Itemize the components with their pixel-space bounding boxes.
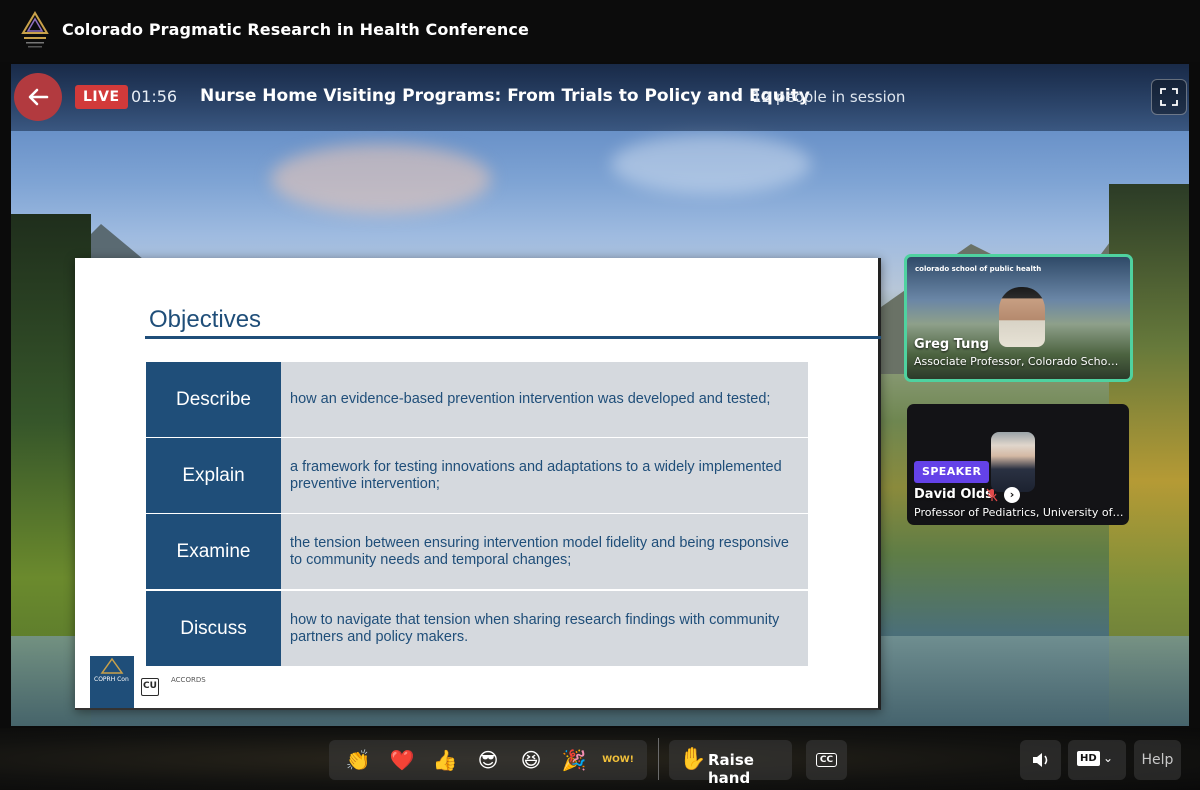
session-title: Nurse Home Visiting Programs: From Trial… <box>200 86 810 106</box>
hd-icon: HD <box>1077 751 1100 766</box>
participant-role: Associate Professor, Colorado School of … <box>914 355 1124 368</box>
attendee-count: 12 people in session <box>752 88 906 106</box>
chevron-right-icon[interactable]: › <box>1004 487 1020 503</box>
coprh-logo-text: COPRH Con <box>94 676 129 683</box>
objective-text: a framework for testing innovations and … <box>281 438 808 513</box>
session-stage: LIVE 01:56 Nurse Home Visiting Programs:… <box>11 64 1189 726</box>
help-button[interactable]: Help <box>1134 740 1181 780</box>
accords-logo-text: ACCORDS <box>171 676 206 684</box>
live-badge: LIVE <box>75 85 128 109</box>
video-tile-david-olds[interactable]: SPEAKER David Olds › Professor of Pediat… <box>907 404 1129 525</box>
mic-muted-icon <box>986 488 998 502</box>
objective-verb: Discuss <box>146 591 281 666</box>
tile-backdrop-text: colorado school of public health <box>915 265 1042 273</box>
toolbar-divider <box>658 738 659 780</box>
objective-text: how to navigate that tension when sharin… <box>281 591 808 666</box>
bottom-toolbar: 👏 ❤️ 👍 😎 😆 🎉 WOW! ✋ Raise hand CC HD ⌄ H… <box>0 728 1200 790</box>
session-timer: 01:56 <box>131 87 178 106</box>
slide-heading: Objectives <box>149 306 262 333</box>
volume-button[interactable] <box>1020 740 1061 780</box>
arrow-left-icon <box>28 88 49 106</box>
clapping-hands-icon[interactable]: 👏 <box>344 746 372 774</box>
fullscreen-button[interactable] <box>1151 79 1187 115</box>
participant-video <box>999 287 1045 347</box>
session-header: LIVE 01:56 Nurse Home Visiting Programs:… <box>11 64 1189 131</box>
partner-logos: CU ACCORDS <box>141 674 251 704</box>
conference-title: Colorado Pragmatic Research in Health Co… <box>62 20 529 39</box>
objective-row: Describe how an evidence-based preventio… <box>146 362 808 437</box>
speaker-badge: SPEAKER <box>914 461 990 483</box>
objective-text: how an evidence-based prevention interve… <box>281 362 808 437</box>
coprh-logo: COPRH Con <box>90 656 134 708</box>
video-tile-greg-tung[interactable]: colorado school of public health Greg Tu… <box>904 254 1133 382</box>
raise-hand-button[interactable]: ✋ Raise hand <box>669 740 792 787</box>
slide-divider <box>145 336 881 339</box>
participant-name: Greg Tung <box>914 337 989 352</box>
objective-row: Examine the tension between ensuring int… <box>146 514 808 589</box>
sunglasses-face-icon[interactable]: 😎 <box>474 746 502 774</box>
raised-hand-icon: ✋ <box>679 747 707 772</box>
participant-name: David Olds <box>914 487 993 502</box>
app-header: Colorado Pragmatic Research in Health Co… <box>0 0 1200 62</box>
heart-icon[interactable]: ❤️ <box>388 746 416 774</box>
reactions-bar: 👏 ❤️ 👍 😎 😆 🎉 WOW! <box>329 740 647 780</box>
cu-logo: CU <box>141 678 159 696</box>
conference-logo <box>21 11 49 48</box>
laughing-face-icon[interactable]: 😆 <box>517 746 545 774</box>
raise-hand-label: Raise hand <box>708 751 754 787</box>
objective-verb: Examine <box>146 514 281 589</box>
thumbs-up-icon[interactable]: 👍 <box>431 746 459 774</box>
captions-button[interactable]: CC <box>806 740 847 780</box>
objective-row: Discuss how to navigate that tension whe… <box>146 591 808 666</box>
back-button[interactable] <box>14 73 62 121</box>
fullscreen-icon <box>1160 88 1178 106</box>
chevron-down-icon: ⌄ <box>1103 751 1114 765</box>
participant-video <box>991 432 1035 492</box>
objective-verb: Describe <box>146 362 281 437</box>
quality-selector[interactable]: HD ⌄ <box>1068 740 1126 780</box>
objective-row: Explain a framework for testing innovati… <box>146 438 808 513</box>
objective-verb: Explain <box>146 438 281 513</box>
speaker-volume-icon <box>1032 753 1047 767</box>
captions-icon: CC <box>815 753 838 767</box>
presentation-slide: Objectives Describe how an evidence-base… <box>75 258 881 710</box>
party-popper-icon[interactable]: 🎉 <box>560 746 588 774</box>
wow-icon[interactable]: WOW! <box>601 746 635 774</box>
participant-role: Professor of Pediatrics, University of C… <box>914 506 1124 519</box>
objective-text: the tension between ensuring interventio… <box>281 514 808 589</box>
